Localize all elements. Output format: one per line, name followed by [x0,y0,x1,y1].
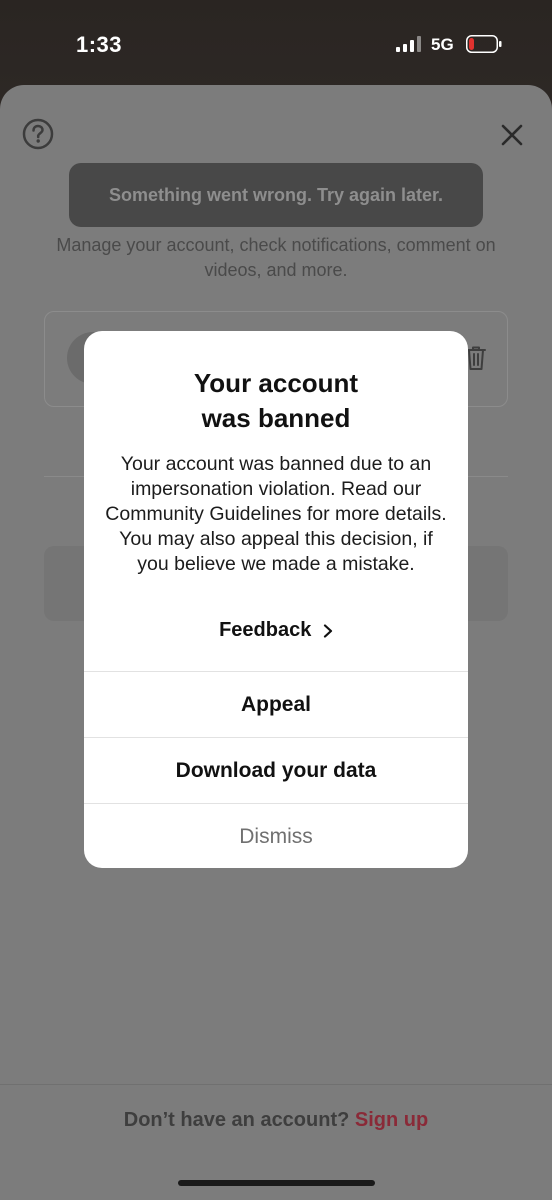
screen: 1:33 5G Something went wrong. Try again … [0,0,552,1200]
ban-dialog: Your account was banned Your account was… [84,331,468,868]
feedback-link[interactable]: Feedback [84,619,468,642]
dismiss-button[interactable]: Dismiss [84,803,468,868]
close-icon[interactable] [500,123,524,147]
feedback-label: Feedback [219,619,312,641]
network-label: 5G [431,35,454,54]
signup-prompt: Don’t have an account? [123,1109,350,1131]
home-indicator [178,1180,375,1186]
signup-link[interactable]: Sign up [355,1109,428,1131]
appeal-button[interactable]: Appeal [84,671,468,737]
chevron-right-icon [323,624,333,638]
trash-icon[interactable] [465,345,487,371]
signup-row: Don’t have an account? Sign up [0,1109,552,1132]
battery-icon [466,35,502,53]
dialog-title: Your account was banned [193,368,359,433]
signal-icon [396,36,421,52]
footer-divider [0,1084,552,1085]
download-data-button[interactable]: Download your data [84,737,468,803]
error-toast: Something went wrong. Try again later. [69,163,483,227]
help-icon[interactable] [22,118,54,150]
status-time: 1:33 [76,32,123,57]
page-subtitle: Manage your account, check notifications… [56,235,496,280]
status-bar: 1:33 5G [0,0,552,88]
dialog-message: Your account was banned due to an impers… [105,453,447,575]
